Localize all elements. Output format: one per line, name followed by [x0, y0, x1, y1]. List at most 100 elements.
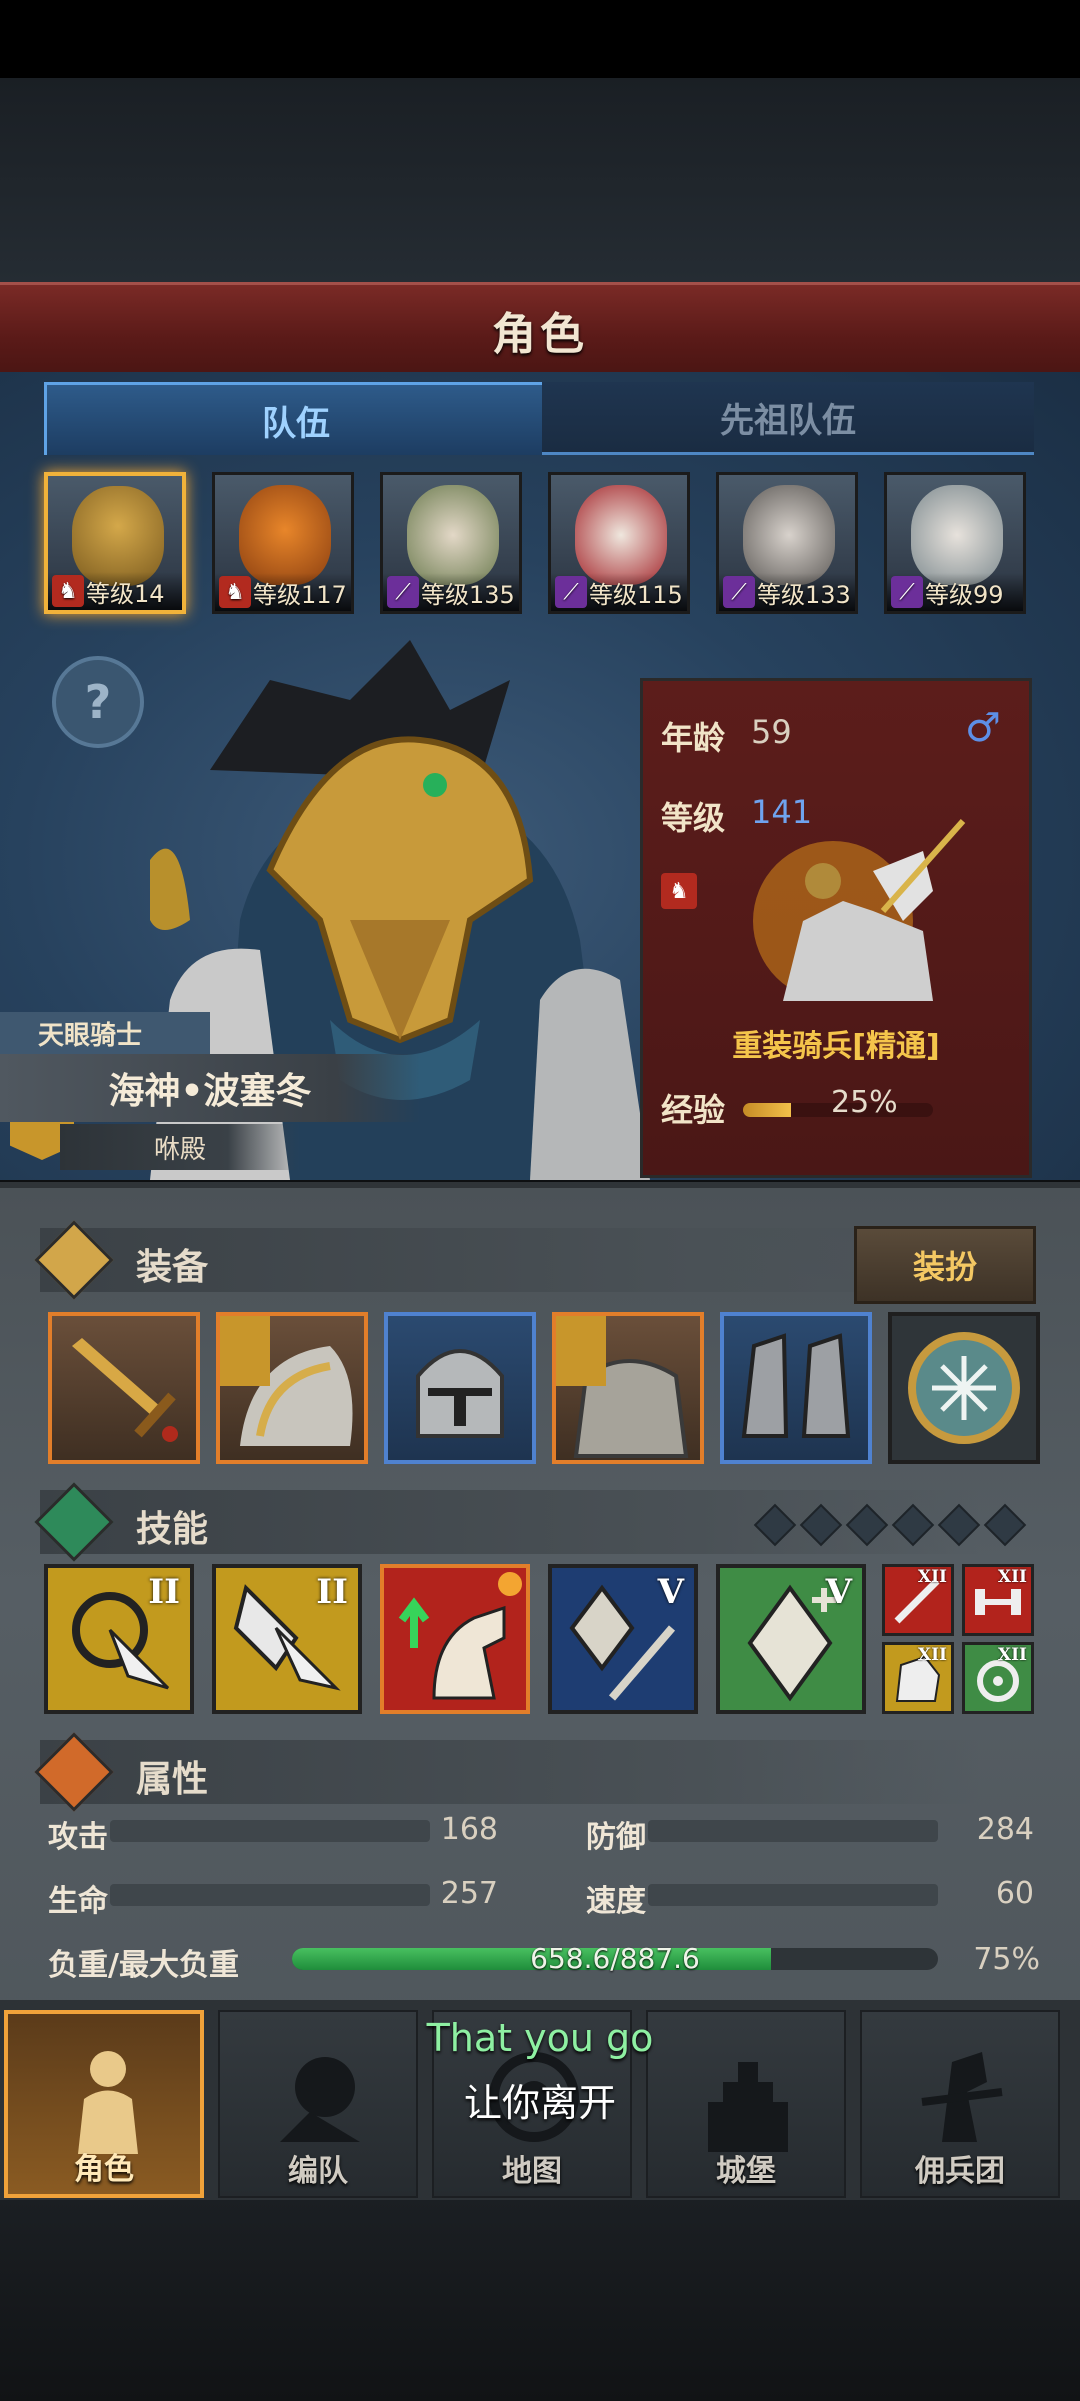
cross-icon	[34, 1220, 114, 1300]
speed-bar	[648, 1884, 938, 1906]
speed-value: 60	[995, 1876, 1034, 1911]
hp-label: 生命	[48, 1884, 108, 1919]
party-member-level: ⟋ 等级99	[887, 573, 1023, 611]
defense-bar	[648, 1820, 938, 1842]
age-value: 59	[751, 713, 792, 751]
passive-skill-2[interactable]: XII	[962, 1564, 1034, 1636]
skill-slot-2[interactable]: II	[212, 1564, 362, 1714]
equip-slot-boots[interactable]	[720, 1312, 872, 1464]
unit-class-name[interactable]: 重装骑兵[精通]	[643, 1021, 1029, 1065]
equipment-header: 装备	[34, 1220, 980, 1300]
exp-label: 经验	[661, 1091, 726, 1129]
nav-label: 编队	[288, 2154, 348, 2189]
tab-team[interactable]: 队伍	[44, 382, 548, 455]
helmet-icon	[416, 1349, 504, 1438]
skill-slot-3[interactable]	[380, 1564, 530, 1714]
party-member-2[interactable]: ♞ 等级117	[212, 472, 354, 614]
skill-rank: V	[825, 1572, 852, 1612]
help-button[interactable]: ?	[52, 656, 144, 748]
horse-up-icon	[398, 1572, 522, 1700]
equip-slot-head[interactable]	[384, 1312, 536, 1464]
skill-slot-indicators	[753, 1503, 1040, 1547]
hp-value: 257	[440, 1876, 498, 1911]
nav-label: 地图	[502, 2154, 562, 2189]
staff-icon: ⟋	[387, 576, 419, 608]
level-text: 等级99	[925, 580, 1004, 609]
attributes-header: 属性	[34, 1732, 980, 1812]
portrait-santa	[575, 485, 667, 585]
subtitle-chinese: 让你离开	[463, 2081, 616, 2125]
defense-value: 284	[976, 1812, 1034, 1847]
exp-percent: 25%	[831, 1085, 898, 1120]
hero-name[interactable]: 海神•波塞冬	[0, 1054, 420, 1122]
party-member-level: ⟋ 等级133	[719, 573, 855, 611]
staff-icon: ⟋	[891, 576, 923, 608]
party-member-5[interactable]: ⟋ 等级133	[716, 472, 858, 614]
skill-rank: XII	[917, 1567, 947, 1587]
party-member-level: ⟋ 等级135	[383, 573, 519, 611]
load-percent: 75%	[973, 1942, 1040, 1977]
skills-title: 技能	[136, 1509, 209, 1550]
horse-icon: ♞	[661, 873, 697, 909]
equip-slot-shoulder[interactable]	[216, 1312, 368, 1464]
amulet-icon	[908, 1332, 1020, 1444]
skill-rank: V	[657, 1572, 684, 1612]
skill-slot-4[interactable]: V	[548, 1564, 698, 1714]
staff-icon: ⟋	[723, 576, 755, 608]
lower-background	[0, 2200, 1080, 2401]
party-member-1[interactable]: ♞ 等级14	[44, 472, 186, 614]
party-member-level: ♞ 等级117	[215, 573, 351, 611]
passive-skill-1[interactable]: XII	[882, 1564, 954, 1636]
party-member-3[interactable]: ⟋ 等级135	[380, 472, 522, 614]
party-member-level: ♞ 等级14	[48, 572, 182, 610]
person-icon	[34, 1732, 114, 1812]
passive-skill-4[interactable]: XII	[962, 1642, 1034, 1714]
skill-rank: XII	[997, 1567, 1027, 1587]
page-title: 角色	[0, 282, 1080, 378]
heavy-cavalry-unit-icon	[753, 819, 966, 1001]
nav-label: 佣兵团	[915, 2154, 1005, 2189]
nav-label: 城堡	[716, 2154, 776, 2189]
party-member-4[interactable]: ⟋ 等级115	[548, 472, 690, 614]
nav-label: 角色	[74, 2152, 134, 2187]
top-status-band	[0, 0, 1080, 78]
equip-slot-weapon[interactable]	[48, 1312, 200, 1464]
pauldron-icon	[220, 1316, 353, 1446]
attack-value: 168	[440, 1812, 498, 1847]
portrait-elf-silver	[743, 485, 835, 585]
portrait-elf-white	[911, 485, 1003, 585]
hero-class-label: 天眼骑士	[0, 1012, 210, 1054]
horse-icon: ♞	[219, 576, 251, 608]
equip-slot-armor[interactable]	[552, 1312, 704, 1464]
age-label: 年龄	[661, 719, 726, 757]
staff-icon: ⟋	[555, 576, 587, 608]
skill-slot-1[interactable]: II	[44, 1564, 194, 1714]
hero-info-card: 年龄 59 ♂ 等级 141 ♞ 重装骑兵[精通] 经验 25%	[640, 678, 1032, 1178]
level-text: 等级115	[589, 580, 683, 609]
speed-label: 速度	[586, 1884, 646, 1919]
level-text: 等级14	[86, 579, 165, 608]
passive-skill-3[interactable]: XII	[882, 1642, 954, 1714]
party-member-level: ⟋ 等级115	[551, 573, 687, 611]
defense-label: 防御	[586, 1820, 646, 1855]
skill-slot-5[interactable]: V	[716, 1564, 866, 1714]
skill-rank: XII	[917, 1645, 947, 1665]
level-text: 等级135	[421, 580, 515, 609]
upper-background	[0, 78, 1080, 282]
male-icon: ♂	[965, 705, 1001, 751]
attack-label: 攻击	[48, 1820, 108, 1855]
tab-ancestor-team[interactable]: 先祖队伍	[542, 382, 1034, 455]
portrait-pumpkin	[239, 485, 331, 585]
load-label: 负重/最大负重	[48, 1948, 239, 1983]
portrait-knight	[72, 486, 164, 586]
dress-up-button[interactable]: 装扮	[854, 1226, 1036, 1304]
portrait-elf-wreath	[407, 485, 499, 585]
skill-rank: II	[148, 1572, 180, 1612]
party-member-6[interactable]: ⟋ 等级99	[884, 472, 1026, 614]
level-text: 等级133	[757, 580, 851, 609]
skill-rank: XII	[997, 1645, 1027, 1665]
armor-icon	[556, 1316, 689, 1458]
equip-slot-accessory[interactable]	[888, 1312, 1040, 1464]
sword-icon	[72, 1338, 178, 1442]
tab-bar: 队伍 先祖队伍	[44, 382, 1034, 455]
